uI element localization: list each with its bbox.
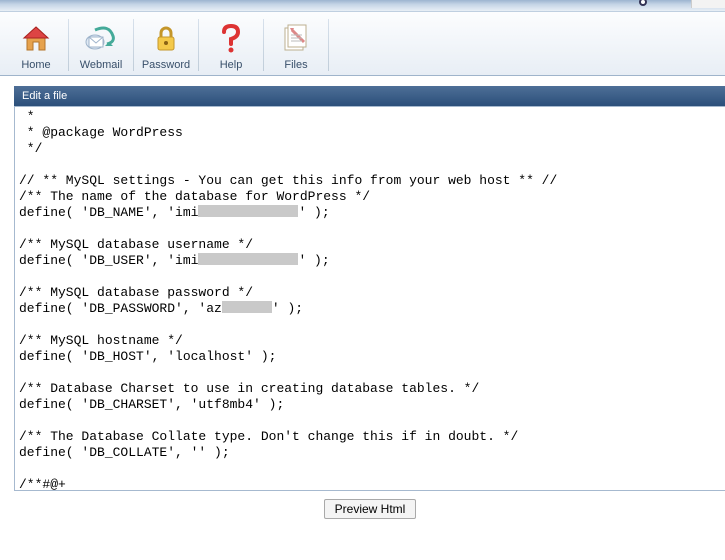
toolbar-password[interactable]: Password [134, 15, 198, 75]
code-line: * @package WordPress [19, 125, 725, 141]
redacted-value [198, 205, 298, 217]
code-line: /**#@+ [19, 477, 725, 491]
code-line: define( 'DB_NAME', 'imi' ); [19, 205, 725, 221]
help-icon [220, 23, 242, 55]
panel-title: Edit a file [14, 86, 725, 106]
avatar-circle [639, 0, 647, 6]
code-line: define( 'DB_PASSWORD', 'az' ); [19, 301, 725, 317]
code-line: /** MySQL database username */ [19, 237, 725, 253]
toolbar-webmail-label: Webmail [80, 59, 123, 71]
code-line: /** Database Charset to use in creating … [19, 381, 725, 397]
code-line: */ [19, 141, 725, 157]
lock-icon [153, 23, 179, 55]
content-area: Edit a file * * @package WordPress */ //… [0, 76, 725, 519]
code-line [19, 221, 725, 237]
files-icon [282, 23, 310, 55]
window-header [0, 0, 725, 12]
mail-icon [85, 23, 117, 55]
redacted-value [222, 301, 272, 313]
code-line [19, 157, 725, 173]
preview-html-button[interactable]: Preview Html [324, 499, 417, 519]
code-line [19, 461, 725, 477]
code-line [19, 413, 725, 429]
toolbar-home[interactable]: Home [4, 15, 68, 75]
toolbar-files-label: Files [284, 59, 307, 71]
toolbar-sep [328, 19, 329, 71]
code-line: define( 'DB_HOST', 'localhost' ); [19, 349, 725, 365]
home-icon [21, 23, 51, 55]
bottom-bar: Preview Html [14, 499, 725, 519]
code-line: /** MySQL database password */ [19, 285, 725, 301]
code-line: /** MySQL hostname */ [19, 333, 725, 349]
toolbar-password-label: Password [142, 59, 190, 71]
code-line: /** The name of the database for WordPre… [19, 189, 725, 205]
code-line: define( 'DB_CHARSET', 'utf8mb4' ); [19, 397, 725, 413]
redacted-value [198, 253, 298, 265]
code-line [19, 269, 725, 285]
code-line: * [19, 109, 725, 125]
code-line: define( 'DB_COLLATE', '' ); [19, 445, 725, 461]
window-corner [691, 0, 725, 8]
code-editor[interactable]: * * @package WordPress */ // ** MySQL se… [14, 106, 725, 491]
toolbar-help-label: Help [220, 59, 243, 71]
toolbar-webmail[interactable]: Webmail [69, 15, 133, 75]
main-toolbar: Home Webmail Password [0, 12, 725, 76]
code-line [19, 317, 725, 333]
toolbar-files[interactable]: Files [264, 15, 328, 75]
toolbar-help[interactable]: Help [199, 15, 263, 75]
code-line: /** The Database Collate type. Don't cha… [19, 429, 725, 445]
code-line [19, 365, 725, 381]
toolbar-home-label: Home [21, 59, 50, 71]
code-line: define( 'DB_USER', 'imi' ); [19, 253, 725, 269]
code-line: // ** MySQL settings - You can get this … [19, 173, 725, 189]
